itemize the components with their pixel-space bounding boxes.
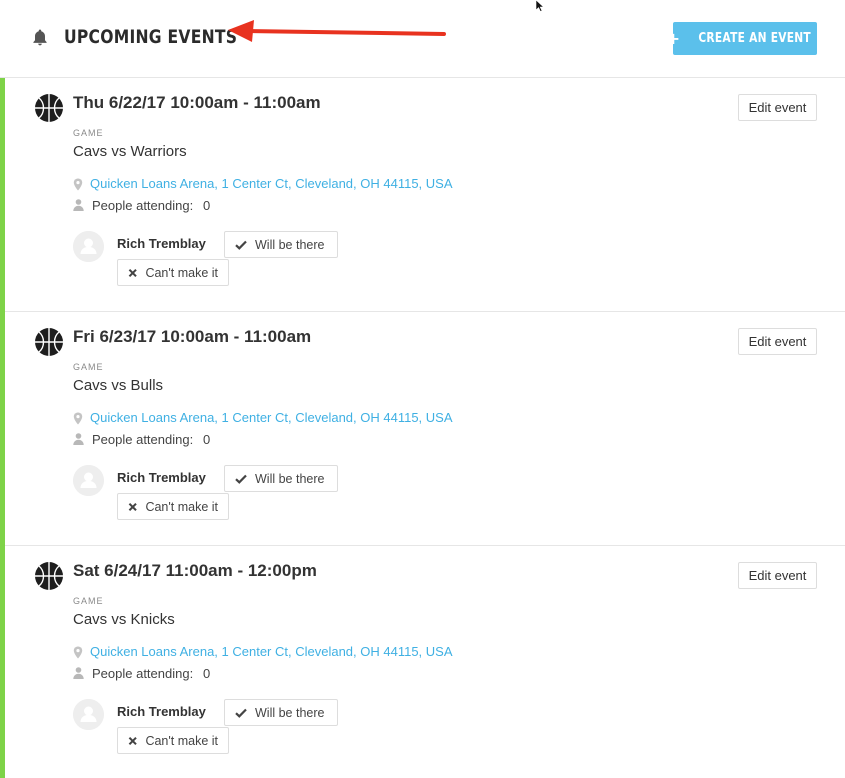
event-card: Fri 6/23/17 10:00am - 11:00am Edit event… — [5, 312, 845, 546]
annotation-arrow — [228, 20, 446, 42]
create-event-button[interactable]: + CREATE AN EVENT — [667, 22, 817, 55]
attending-label: People attending: — [92, 432, 194, 447]
event-title: Cavs vs Knicks — [73, 611, 175, 628]
bell-icon — [33, 29, 47, 46]
will-be-there-button[interactable]: Will be there — [224, 231, 338, 258]
checkmark-icon — [235, 474, 247, 484]
attending-label: People attending: — [92, 198, 194, 213]
avatar — [73, 465, 104, 496]
avatar — [73, 699, 104, 730]
event-datetime: Sat 6/24/17 11:00am - 12:00pm — [73, 561, 317, 580]
edit-event-button[interactable]: Edit event — [738, 328, 817, 355]
event-title: Cavs vs Bulls — [73, 377, 164, 394]
attendee-name: Rich Tremblay — [117, 704, 206, 719]
attending-count: 0 — [203, 432, 211, 447]
page-header: UPCOMING EVENTS + CREATE AN EVENT — [0, 0, 845, 78]
checkmark-icon — [235, 708, 247, 718]
event-location-link[interactable]: Quicken Loans Arena, 1 Center Ct, Clevel… — [90, 644, 453, 660]
event-type: GAME — [73, 128, 104, 138]
attending-label: People attending: — [92, 666, 194, 681]
event-datetime: Fri 6/23/17 10:00am - 11:00am — [73, 327, 312, 346]
location-pin-icon — [73, 412, 83, 425]
person-icon — [73, 667, 84, 679]
mouse-cursor-icon — [536, 0, 545, 12]
event-card: Thu 6/22/17 10:00am - 11:00am Edit event… — [5, 78, 845, 312]
event-location-link[interactable]: Quicken Loans Arena, 1 Center Ct, Clevel… — [90, 410, 453, 426]
event-card: Sat 6/24/17 11:00am - 12:00pm Edit event… — [5, 546, 845, 778]
will-be-there-label: Will be there — [255, 237, 325, 252]
attendee-name: Rich Tremblay — [117, 470, 206, 485]
event-type: GAME — [73, 596, 104, 606]
edit-event-button[interactable]: Edit event — [738, 94, 817, 121]
will-be-there-label: Will be there — [255, 705, 325, 720]
close-icon — [128, 268, 137, 277]
attendee-name: Rich Tremblay — [117, 236, 206, 251]
will-be-there-button[interactable]: Will be there — [224, 699, 338, 726]
avatar — [73, 231, 104, 262]
event-list: Thu 6/22/17 10:00am - 11:00am Edit event… — [0, 78, 845, 778]
cant-make-it-button[interactable]: Can't make it — [117, 493, 229, 520]
event-datetime: Thu 6/22/17 10:00am - 11:00am — [73, 93, 321, 112]
close-icon — [128, 736, 137, 745]
checkmark-icon — [235, 240, 247, 250]
will-be-there-button[interactable]: Will be there — [224, 465, 338, 492]
cant-make-it-label: Can't make it — [145, 265, 218, 280]
attending-count: 0 — [203, 666, 211, 681]
create-event-label: CREATE AN EVENT — [698, 31, 812, 46]
location-pin-icon — [73, 178, 83, 191]
page-title: UPCOMING EVENTS — [64, 26, 238, 48]
close-icon — [128, 502, 137, 511]
person-icon — [73, 433, 84, 445]
location-pin-icon — [73, 646, 83, 659]
cant-make-it-label: Can't make it — [145, 499, 218, 514]
cant-make-it-label: Can't make it — [145, 733, 218, 748]
basketball-icon — [35, 94, 63, 122]
basketball-icon — [35, 328, 63, 356]
event-type: GAME — [73, 362, 104, 372]
event-title: Cavs vs Warriors — [73, 143, 187, 160]
attending-count: 0 — [203, 198, 211, 213]
basketball-icon — [35, 562, 63, 590]
person-icon — [73, 199, 84, 211]
cant-make-it-button[interactable]: Can't make it — [117, 259, 229, 286]
plus-icon: + — [666, 28, 681, 48]
event-location-link[interactable]: Quicken Loans Arena, 1 Center Ct, Clevel… — [90, 176, 453, 192]
will-be-there-label: Will be there — [255, 471, 325, 486]
edit-event-button[interactable]: Edit event — [738, 562, 817, 589]
cant-make-it-button[interactable]: Can't make it — [117, 727, 229, 754]
